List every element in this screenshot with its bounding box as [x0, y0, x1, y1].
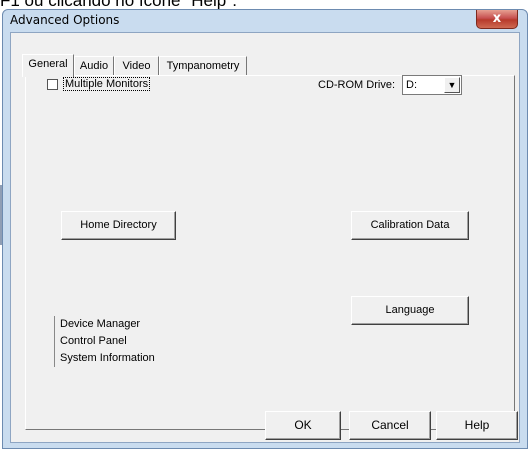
cancel-button[interactable]: Cancel [349, 411, 431, 440]
multiple-monitors-checkbox[interactable] [47, 78, 58, 90]
general-tab-panel [25, 75, 515, 430]
chevron-down-icon[interactable]: ▼ [444, 77, 460, 93]
tab-general[interactable]: General [22, 54, 74, 77]
multiple-monitors-label[interactable]: Multiple Monitors [63, 77, 151, 91]
tab-tympanometry[interactable]: Tympanometry [159, 56, 247, 76]
control-panel-link[interactable]: Control Panel [60, 333, 155, 350]
cdrom-drive-value: D: [406, 79, 417, 91]
calibration-data-button[interactable]: Calibration Data [351, 211, 469, 240]
tab-video[interactable]: Video [114, 56, 159, 76]
language-button[interactable]: Language [351, 296, 469, 325]
system-information-link[interactable]: System Information [60, 350, 155, 367]
home-directory-button[interactable]: Home Directory [61, 211, 176, 240]
close-button[interactable]: x [476, 10, 518, 29]
tab-audio[interactable]: Audio [74, 56, 114, 76]
window-title: Advanced Options [10, 13, 120, 27]
ok-button[interactable]: OK [265, 411, 341, 440]
cdrom-drive-select[interactable]: D: ▼ [402, 75, 462, 95]
device-manager-link[interactable]: Device Manager [60, 316, 155, 333]
close-icon: x [492, 11, 502, 26]
multiple-monitors-row[interactable]: Multiple Monitors [47, 77, 151, 91]
system-links-list: Device Manager Control Panel System Info… [54, 316, 155, 367]
help-button[interactable]: Help [436, 411, 518, 440]
cdrom-drive-label: CD-ROM Drive: [318, 79, 395, 91]
